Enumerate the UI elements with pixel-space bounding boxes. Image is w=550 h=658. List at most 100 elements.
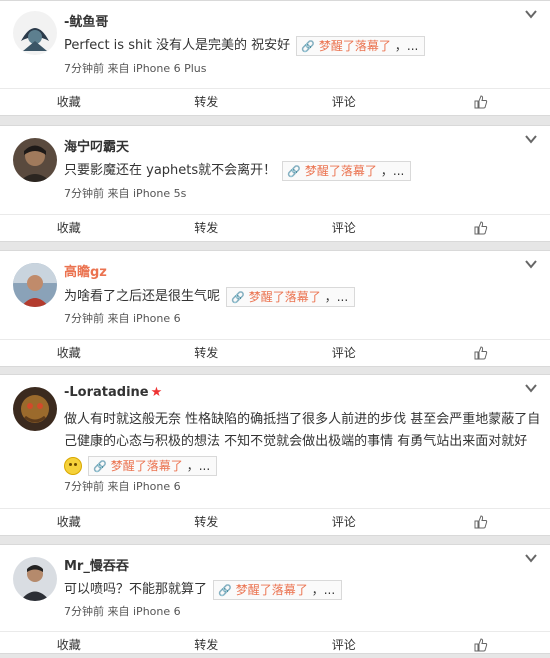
topic-tag-more: ，...	[395, 39, 418, 53]
post-text: Perfect is shit 没有人是完美的 祝安好 🔗 梦醒了落幕了 ，...	[64, 35, 530, 57]
post-device[interactable]: iPhone 6	[133, 605, 181, 618]
post-time[interactable]: 7分钟前	[64, 480, 104, 493]
thumbs-up-icon	[474, 346, 488, 360]
smile-emoji-icon	[64, 457, 82, 475]
chevron-down-icon[interactable]	[524, 134, 538, 144]
post-time[interactable]: 7分钟前	[64, 62, 104, 75]
post-meta: 7分钟前 来自 iPhone 6	[64, 478, 181, 494]
collect-button[interactable]: 收藏	[0, 340, 138, 366]
post-device[interactable]: iPhone 6	[133, 312, 181, 325]
post-card: 高瞻gz 为啥看了之后还是很生气呢 🔗 梦醒了落幕了 ，... 7分钟前 来自 iPh…	[0, 250, 550, 367]
topic-tag[interactable]: 🔗 梦醒了落幕了 ，...	[226, 287, 355, 307]
collect-button[interactable]: 收藏	[0, 632, 138, 658]
topic-tag-label: 梦醒了落幕了	[319, 39, 391, 53]
from-label: 来自	[108, 187, 130, 200]
repost-button[interactable]: 转发	[138, 340, 276, 366]
topic-tag-more: ，...	[187, 459, 210, 473]
paperclip-icon: 🔗	[231, 291, 245, 304]
thumbs-up-icon	[474, 95, 488, 109]
post-time[interactable]: 7分钟前	[64, 312, 104, 325]
topic-tag-more: ，...	[325, 290, 348, 304]
topic-tag-label: 梦醒了落幕了	[236, 583, 308, 597]
post-time[interactable]: 7分钟前	[64, 187, 104, 200]
username[interactable]: 高瞻gz	[64, 261, 107, 280]
repost-button[interactable]: 转发	[138, 215, 276, 241]
topic-tag-label: 梦醒了落幕了	[111, 459, 183, 473]
post-text-line: 己健康的心态与积极的想法 不知不觉就会做出极端的事情 有勇气站出来面对就好	[64, 431, 536, 453]
paperclip-icon: 🔗	[287, 165, 301, 178]
avatar[interactable]	[13, 263, 57, 307]
post-meta: 7分钟前 来自 iPhone 6 Plus	[64, 60, 207, 76]
paperclip-icon: 🔗	[93, 460, 107, 473]
action-bar: 收藏 转发 评论	[0, 214, 550, 241]
chevron-down-icon[interactable]	[524, 383, 538, 393]
post-meta: 7分钟前 来自 iPhone 6	[64, 603, 181, 619]
post-meta: 7分钟前 来自 iPhone 5s	[64, 185, 186, 201]
topic-tag-more: ，...	[381, 164, 404, 178]
action-bar: 收藏 转发 评论	[0, 88, 550, 115]
star-badge-icon[interactable]: ★	[151, 385, 163, 400]
like-button[interactable]	[413, 509, 550, 535]
topic-tag[interactable]: 🔗 梦醒了落幕了 ，...	[213, 580, 342, 600]
action-bar: 收藏 转发 评论	[0, 631, 550, 658]
username[interactable]: -Loratadine★	[64, 385, 162, 400]
username[interactable]: -鱿鱼哥	[64, 11, 108, 30]
avatar[interactable]	[13, 557, 57, 601]
post-text-line: 做人有时就这般无奈 性格缺陷的确抵挡了很多人前进的步伐 甚至会严重地蒙蔽了自	[64, 409, 536, 431]
comment-button[interactable]: 评论	[275, 509, 413, 535]
thumbs-up-icon	[474, 638, 488, 652]
action-bar: 收藏 转发 评论	[0, 339, 550, 366]
comment-button[interactable]: 评论	[275, 340, 413, 366]
topic-tag-more: ，...	[312, 583, 335, 597]
post-device[interactable]: iPhone 6	[133, 480, 181, 493]
comment-button[interactable]: 评论	[275, 89, 413, 115]
topic-tag[interactable]: 🔗 梦醒了落幕了 ，...	[296, 36, 425, 56]
post-time[interactable]: 7分钟前	[64, 605, 104, 618]
like-button[interactable]	[413, 89, 550, 115]
post-device[interactable]: iPhone 5s	[133, 187, 186, 200]
topic-tag[interactable]: 🔗 梦醒了落幕了 ，...	[88, 456, 217, 476]
post-meta: 7分钟前 来自 iPhone 6	[64, 310, 181, 326]
post-text-body: 为啥看了之后还是很生气呢	[64, 289, 220, 304]
username[interactable]: Mr_慢吞吞	[64, 555, 129, 574]
from-label: 来自	[108, 62, 130, 75]
topic-tag[interactable]: 🔗 梦醒了落幕了 ，...	[282, 161, 411, 181]
avatar[interactable]	[13, 138, 57, 182]
action-bar: 收藏 转发 评论	[0, 508, 550, 535]
post-card: -鱿鱼哥 Perfect is shit 没有人是完美的 祝安好 🔗 梦醒了落幕了 ，…	[0, 0, 550, 116]
from-label: 来自	[108, 480, 130, 493]
username-text: -Loratadine	[64, 385, 149, 400]
thumbs-up-icon	[474, 221, 488, 235]
chevron-down-icon[interactable]	[524, 9, 538, 19]
comment-button[interactable]: 评论	[275, 632, 413, 658]
topic-tag-label: 梦醒了落幕了	[249, 290, 321, 304]
post-text-body: 可以喷吗？不能那就算了	[64, 582, 207, 597]
repost-button[interactable]: 转发	[138, 509, 276, 535]
post-device[interactable]: iPhone 6 Plus	[133, 62, 207, 75]
thumbs-up-icon	[474, 515, 488, 529]
post-card: 海宁叼霸天 只要影魔还在 yaphets就不会离开！🔗梦醒了落幕了，... 7分…	[0, 125, 550, 242]
username[interactable]: 海宁叼霸天	[64, 136, 129, 155]
repost-button[interactable]: 转发	[138, 89, 276, 115]
topic-tag-label: 梦醒了落幕了	[305, 164, 377, 178]
avatar[interactable]	[13, 11, 57, 55]
like-button[interactable]	[413, 215, 550, 241]
collect-button[interactable]: 收藏	[0, 215, 138, 241]
repost-button[interactable]: 转发	[138, 632, 276, 658]
collect-button[interactable]: 收藏	[0, 89, 138, 115]
post-text: 只要影魔还在 yaphets就不会离开！🔗梦醒了落幕了，...	[64, 160, 530, 182]
comment-button[interactable]: 评论	[275, 215, 413, 241]
like-button[interactable]	[413, 340, 550, 366]
collect-button[interactable]: 收藏	[0, 509, 138, 535]
post-text-tail: 🔗 梦醒了落幕了 ，...	[64, 455, 536, 477]
post-card: Mr_慢吞吞 可以喷吗？不能那就算了 🔗 梦醒了落幕了 ，... 7分钟前 来自 iP…	[0, 544, 550, 654]
paperclip-icon: 🔗	[301, 40, 315, 53]
like-button[interactable]	[413, 632, 550, 658]
post-text-body: Perfect is shit 没有人是完美的 祝安好	[64, 38, 290, 53]
paperclip-icon: 🔗	[218, 584, 232, 597]
chevron-down-icon[interactable]	[524, 259, 538, 269]
avatar[interactable]	[13, 387, 57, 431]
post-text: 可以喷吗？不能那就算了 🔗 梦醒了落幕了 ，...	[64, 579, 530, 601]
chevron-down-icon[interactable]	[524, 553, 538, 563]
post-card: -Loratadine★ 做人有时就这般无奈 性格缺陷的确抵挡了很多人前进的步伐…	[0, 374, 550, 536]
